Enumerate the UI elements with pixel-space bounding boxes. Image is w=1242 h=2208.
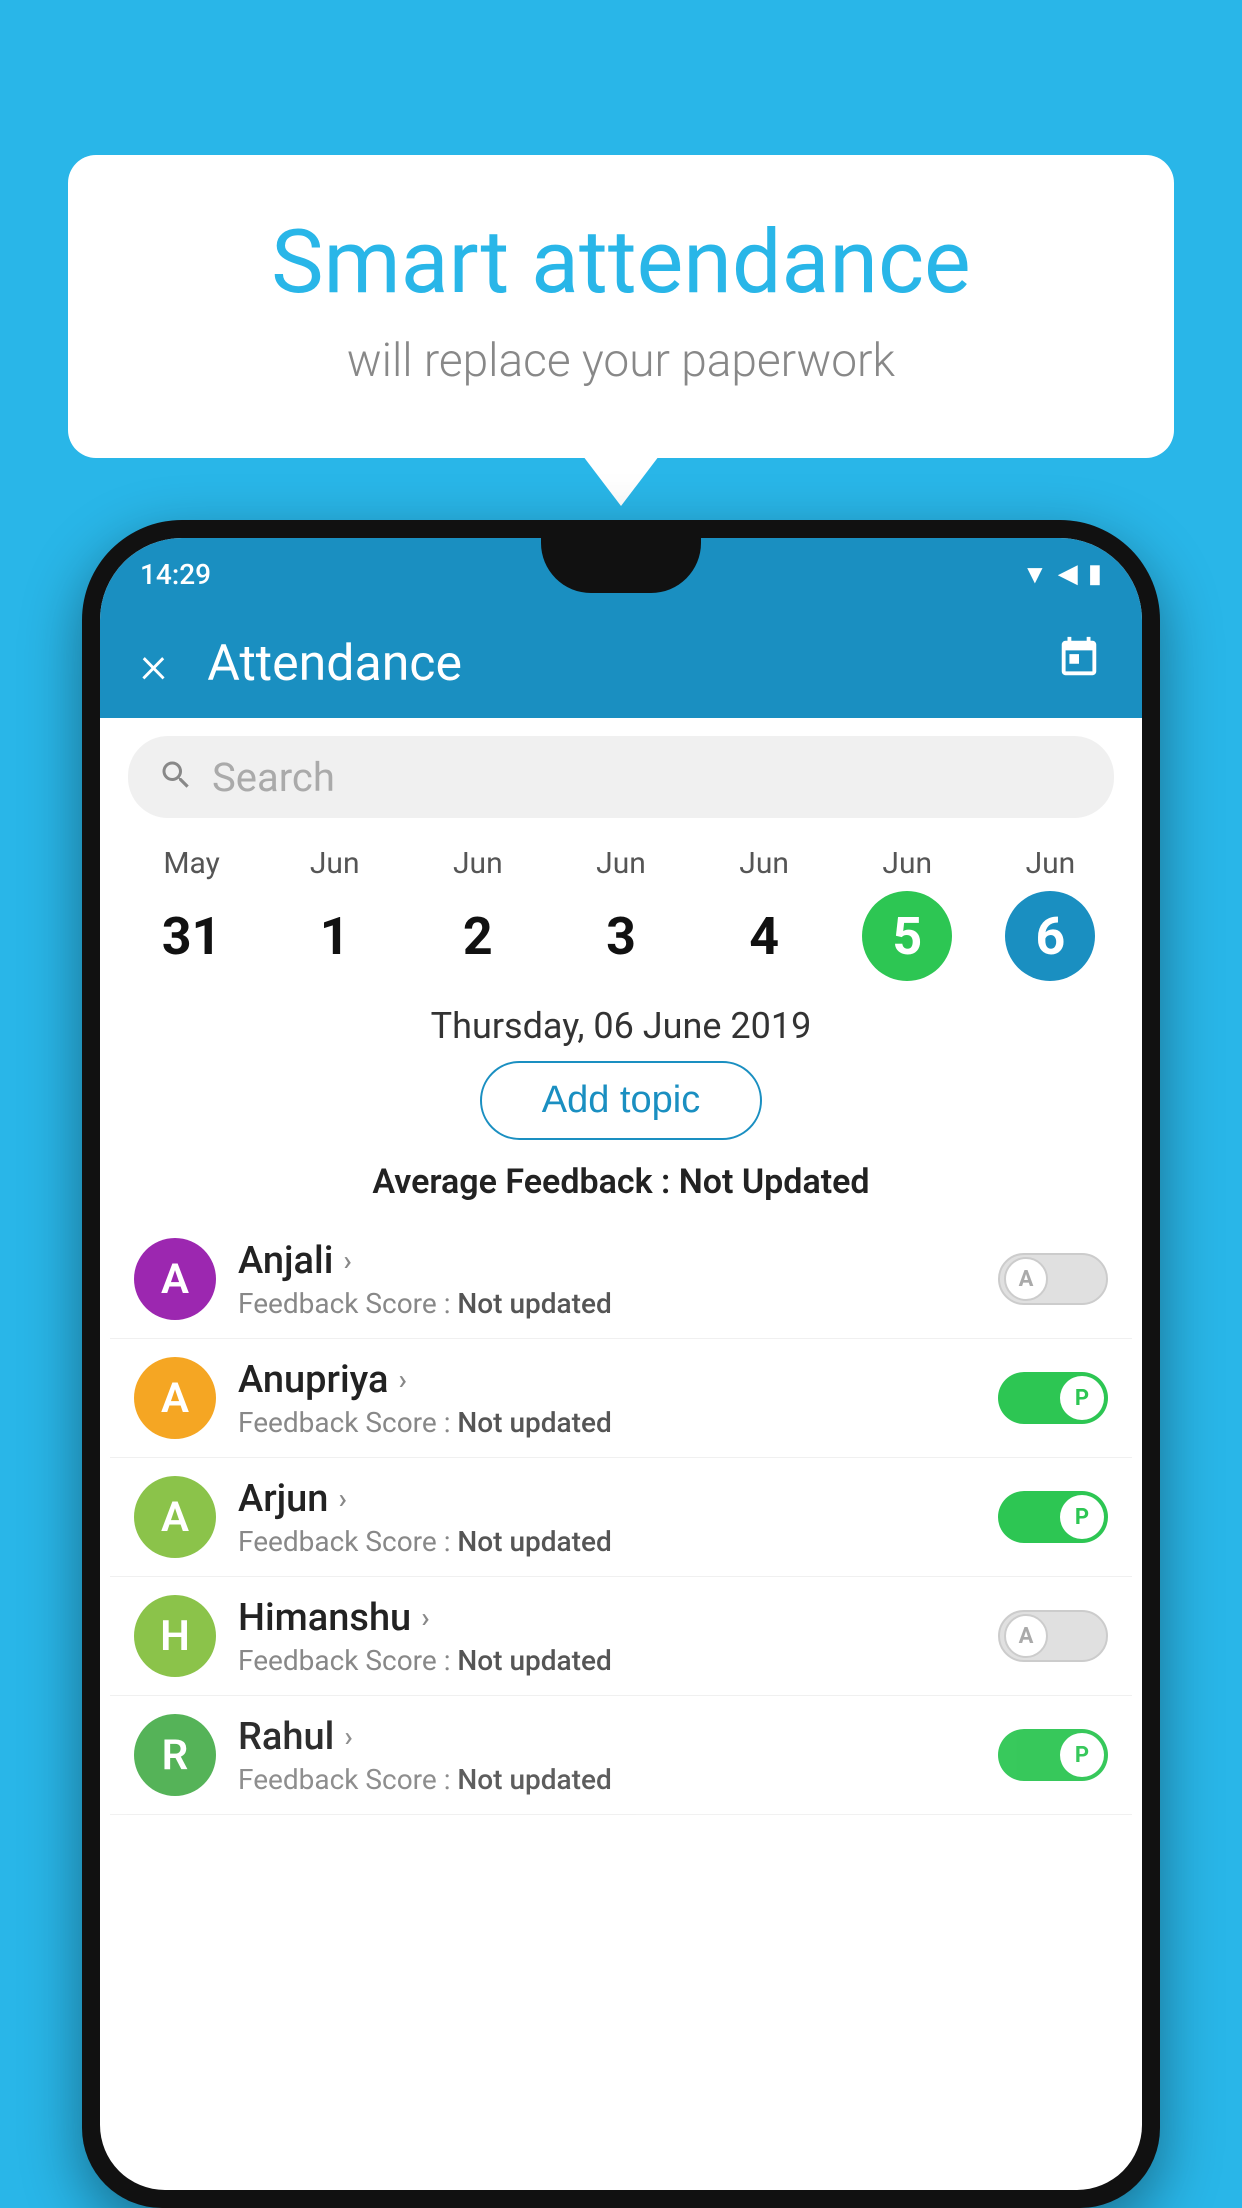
toggle-knob: A bbox=[1004, 1257, 1048, 1301]
search-input-placeholder: Search bbox=[212, 754, 335, 801]
selected-date: Thursday, 06 June 2019 bbox=[100, 1005, 1142, 1047]
attendance-toggle[interactable]: P bbox=[998, 1491, 1108, 1543]
search-bar[interactable]: Search bbox=[128, 736, 1114, 818]
calendar-icon[interactable] bbox=[1056, 635, 1102, 693]
cal-month-2: Jun bbox=[453, 846, 503, 881]
student-name: Rahul › bbox=[238, 1715, 976, 1759]
student-feedback: Feedback Score : Not updated bbox=[238, 1525, 976, 1558]
cal-num-5: 5 bbox=[862, 891, 952, 981]
status-bar: 14:29 ▼ ◀ ▮ bbox=[100, 538, 1142, 610]
student-info: Anupriya › Feedback Score : Not updated bbox=[238, 1358, 976, 1439]
cal-num-0: 31 bbox=[147, 891, 237, 981]
calendar-strip: May 31 Jun 1 Jun 2 Jun 3 Jun 4 Jun 5 Jun 6 bbox=[100, 836, 1142, 981]
status-icons: ▼ ◀ ▮ bbox=[1022, 559, 1102, 590]
bubble-title: Smart attendance bbox=[148, 215, 1094, 312]
attendance-toggle[interactable]: A bbox=[998, 1610, 1108, 1662]
chevron-right-icon: › bbox=[343, 1244, 351, 1277]
student-item[interactable]: R Rahul › Feedback Score : Not updated P bbox=[110, 1696, 1132, 1815]
search-icon bbox=[158, 757, 194, 797]
student-info: Arjun › Feedback Score : Not updated bbox=[238, 1477, 976, 1558]
student-item[interactable]: A Arjun › Feedback Score : Not updated P bbox=[110, 1458, 1132, 1577]
attendance-toggle[interactable]: A bbox=[998, 1253, 1108, 1305]
cal-month-4: Jun bbox=[739, 846, 789, 881]
student-feedback: Feedback Score : Not updated bbox=[238, 1287, 976, 1320]
add-topic-button[interactable]: Add topic bbox=[480, 1061, 762, 1140]
avg-feedback-value: Not Updated bbox=[679, 1162, 870, 1202]
cal-day-4[interactable]: Jun 4 bbox=[704, 846, 824, 981]
student-feedback: Feedback Score : Not updated bbox=[238, 1406, 976, 1439]
student-name: Anupriya › bbox=[238, 1358, 976, 1402]
signal-icon: ◀ bbox=[1058, 559, 1078, 589]
student-info: Anjali › Feedback Score : Not updated bbox=[238, 1239, 976, 1320]
chevron-right-icon: › bbox=[338, 1482, 346, 1515]
speech-bubble-container: Smart attendance will replace your paper… bbox=[68, 155, 1174, 458]
student-name: Himanshu › bbox=[238, 1596, 976, 1640]
status-time: 14:29 bbox=[140, 558, 211, 591]
cal-num-4: 4 bbox=[719, 891, 809, 981]
battery-icon: ▮ bbox=[1088, 559, 1102, 589]
cal-day-31[interactable]: May 31 bbox=[132, 846, 252, 981]
cal-day-5[interactable]: Jun 5 bbox=[847, 846, 967, 981]
average-feedback: Average Feedback : Not Updated bbox=[100, 1162, 1142, 1202]
student-feedback: Feedback Score : Not updated bbox=[238, 1763, 976, 1796]
student-item[interactable]: H Himanshu › Feedback Score : Not updated A bbox=[110, 1577, 1132, 1696]
cal-num-1: 1 bbox=[290, 891, 380, 981]
student-feedback: Feedback Score : Not updated bbox=[238, 1644, 976, 1677]
avatar: A bbox=[134, 1476, 216, 1558]
phone-frame: 14:29 ▼ ◀ ▮ × Attendance S bbox=[82, 520, 1160, 2208]
avg-feedback-label: Average Feedback : bbox=[372, 1162, 670, 1202]
chevron-right-icon: › bbox=[344, 1720, 352, 1753]
student-info: Rahul › Feedback Score : Not updated bbox=[238, 1715, 976, 1796]
cal-month-6: Jun bbox=[1026, 846, 1076, 881]
student-item[interactable]: A Anjali › Feedback Score : Not updated A bbox=[110, 1220, 1132, 1339]
avatar: A bbox=[134, 1238, 216, 1320]
toggle-knob: P bbox=[1060, 1733, 1104, 1777]
close-button[interactable]: × bbox=[140, 634, 167, 695]
wifi-icon: ▼ bbox=[1022, 559, 1048, 590]
cal-day-3[interactable]: Jun 3 bbox=[561, 846, 681, 981]
avatar: A bbox=[134, 1357, 216, 1439]
avatar: H bbox=[134, 1595, 216, 1677]
cal-month-5: Jun bbox=[882, 846, 932, 881]
toggle-knob: P bbox=[1060, 1495, 1104, 1539]
student-item[interactable]: A Anupriya › Feedback Score : Not updated P bbox=[110, 1339, 1132, 1458]
student-name: Arjun › bbox=[238, 1477, 976, 1521]
cal-day-6[interactable]: Jun 6 bbox=[990, 846, 1110, 981]
attendance-toggle[interactable]: P bbox=[998, 1729, 1108, 1781]
student-info: Himanshu › Feedback Score : Not updated bbox=[238, 1596, 976, 1677]
student-name: Anjali › bbox=[238, 1239, 976, 1283]
cal-day-2[interactable]: Jun 2 bbox=[418, 846, 538, 981]
cal-num-6: 6 bbox=[1005, 891, 1095, 981]
cal-month-0: May bbox=[163, 846, 219, 881]
chevron-right-icon: › bbox=[398, 1363, 406, 1396]
avatar: R bbox=[134, 1714, 216, 1796]
toggle-knob: A bbox=[1004, 1614, 1048, 1658]
phone-inner: 14:29 ▼ ◀ ▮ × Attendance S bbox=[100, 538, 1142, 2190]
bubble-subtitle: will replace your paperwork bbox=[148, 334, 1094, 388]
cal-day-1[interactable]: Jun 1 bbox=[275, 846, 395, 981]
app-bar-title: Attendance bbox=[207, 635, 1056, 693]
cal-month-1: Jun bbox=[310, 846, 360, 881]
cal-num-3: 3 bbox=[576, 891, 666, 981]
speech-bubble: Smart attendance will replace your paper… bbox=[68, 155, 1174, 458]
app-bar: × Attendance bbox=[100, 610, 1142, 718]
chevron-right-icon: › bbox=[421, 1601, 429, 1634]
attendance-toggle[interactable]: P bbox=[998, 1372, 1108, 1424]
cal-month-3: Jun bbox=[596, 846, 646, 881]
cal-num-2: 2 bbox=[433, 891, 523, 981]
toggle-knob: P bbox=[1060, 1376, 1104, 1420]
student-list: AAnjali ›Feedback Score : Not updatedAAA… bbox=[100, 1220, 1142, 1815]
